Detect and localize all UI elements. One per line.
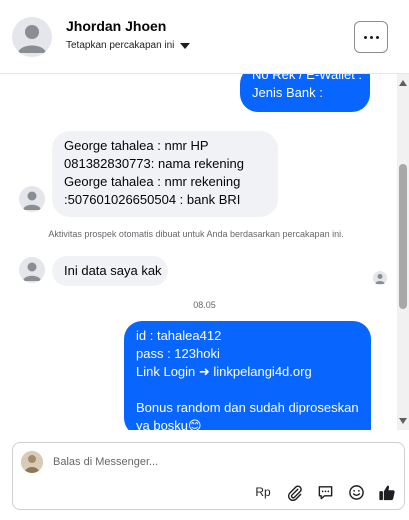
person-icon <box>23 191 41 210</box>
contact-avatar[interactable] <box>12 17 52 57</box>
message-line: Jenis Bank : <box>252 85 323 100</box>
more-options-button[interactable] <box>354 21 388 53</box>
assign-conversation-dropdown[interactable]: Tetapkan percakapan ini <box>66 40 191 51</box>
conversation-header: Jhordan Jhoen Tetapkan percakapan ini <box>0 0 409 74</box>
message-line: George tahalea : nmr rekening <box>64 174 241 189</box>
like-icon[interactable] <box>378 483 396 501</box>
reply-input[interactable] <box>53 451 383 473</box>
more-icon-dot <box>375 35 379 39</box>
reply-template-icon[interactable] <box>316 483 334 501</box>
page-avatar-image <box>21 451 43 473</box>
contact-name[interactable]: Jhordan Jhoen <box>66 18 166 34</box>
incoming-message[interactable]: George tahalea : nmr HP 081382830773: na… <box>52 131 278 217</box>
outgoing-message[interactable]: id : tahalea412 pass : 123hoki Link Logi… <box>124 321 371 430</box>
system-note: Aktivitas prospek otomatis dibuat untuk … <box>48 229 344 239</box>
message-line: ya bosku😊 <box>136 418 202 430</box>
message-thread[interactable]: No Rek / E-Wallet : Jenis Bank : George … <box>0 74 409 430</box>
thread-scrollbar[interactable] <box>397 74 409 430</box>
message-composer: Rp <box>12 442 405 510</box>
incoming-message[interactable]: Ini data saya kak <box>52 256 168 286</box>
seen-receipt-avatar <box>373 271 387 285</box>
message-line: Ini data saya kak <box>64 263 162 278</box>
sender-avatar <box>19 257 45 283</box>
attachment-icon[interactable] <box>285 483 303 501</box>
message-line: No Rek / E-Wallet : <box>252 74 363 82</box>
sender-avatar <box>19 186 45 212</box>
message-line <box>136 381 359 399</box>
message-line: pass : 123hoki <box>136 346 220 361</box>
caret-down-icon <box>180 42 191 49</box>
message-line: Bonus random dan sudah diproseskan <box>136 400 359 415</box>
assign-conversation-label: Tetapkan percakapan ini <box>66 40 175 51</box>
outgoing-message[interactable]: No Rek / E-Wallet : Jenis Bank : <box>240 74 370 112</box>
message-line: George tahalea : nmr HP <box>64 138 209 153</box>
emoji-icon[interactable] <box>347 483 365 501</box>
message-line: 081382830773: nama rekening <box>64 156 244 171</box>
more-icon-dot <box>369 35 373 39</box>
page-avatar <box>21 451 43 473</box>
composer-toolbar: Rp <box>254 483 396 501</box>
scroll-up-arrow-icon[interactable] <box>399 80 407 86</box>
scrollbar-thumb[interactable] <box>399 164 407 309</box>
person-icon <box>18 25 46 53</box>
message-line: Link Login ➜ linkpelangi4d.org <box>136 364 312 379</box>
message-line: id : tahalea412 <box>136 328 222 343</box>
more-icon <box>363 35 367 39</box>
message-line: :507601026650504 : bank BRI <box>64 192 241 207</box>
message-timestamp: 08.05 <box>193 300 216 310</box>
scroll-down-arrow-icon[interactable] <box>399 418 407 424</box>
currency-button[interactable]: Rp <box>254 483 272 501</box>
person-icon <box>23 262 41 281</box>
person-icon <box>375 274 385 284</box>
